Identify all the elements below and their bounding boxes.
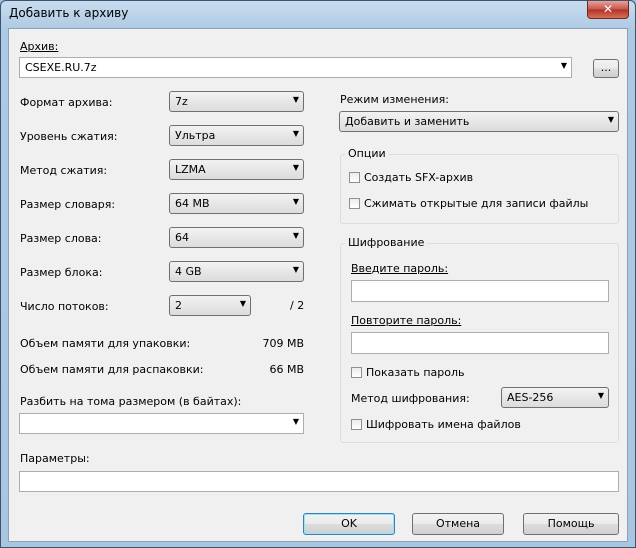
level-value: Ультра xyxy=(175,129,216,142)
repeat-password-input[interactable] xyxy=(351,332,609,354)
archive-label: Архив: xyxy=(20,40,59,53)
encrypt-names-checkbox[interactable]: Шифровать имена файлов xyxy=(351,418,521,431)
split-label: Разбить на тома размером (в байтах): xyxy=(20,395,242,408)
threads-select[interactable]: 2 ▼ xyxy=(169,295,251,316)
checkbox-icon xyxy=(349,198,360,209)
password-input[interactable] xyxy=(351,280,609,302)
checkbox-icon xyxy=(351,419,362,430)
chevron-down-icon: ▼ xyxy=(597,391,604,400)
dialog-client-area: Архив: CSEXE.RU.7z ▼ ... Формат архива: … xyxy=(8,28,628,542)
update-mode-select[interactable]: Добавить и заменить ▼ xyxy=(339,111,619,132)
update-mode-value: Добавить и заменить xyxy=(345,115,470,128)
chevron-down-icon: ▼ xyxy=(292,417,299,426)
method-value: LZMA xyxy=(175,163,206,176)
close-button[interactable]: ✕ xyxy=(587,1,629,19)
chevron-down-icon: ▼ xyxy=(239,299,246,308)
setting-label-format: Формат архива: xyxy=(20,96,113,109)
show-password-label: Показать пароль xyxy=(366,366,465,379)
memory-unpack-label: Объем памяти для распаковки: xyxy=(20,363,204,376)
encryption-method-label: Метод шифрования: xyxy=(351,392,470,405)
params-input[interactable] xyxy=(19,471,619,492)
archive-path-combo[interactable]: CSEXE.RU.7z ▼ xyxy=(19,57,572,78)
block-size-value: 4 GB xyxy=(175,265,202,278)
title-bar[interactable]: Добавить к архиву ✕ xyxy=(1,1,635,27)
memory-pack-value: 709 MB xyxy=(262,337,304,350)
password-label: Введите пароль: xyxy=(351,262,449,275)
params-label: Параметры: xyxy=(20,452,90,465)
dialog-window: Добавить к архиву ✕ Архив: CSEXE.RU.7z ▼… xyxy=(0,0,636,548)
encrypt-names-label: Шифровать имена файлов xyxy=(366,418,521,431)
archive-path-value: CSEXE.RU.7z xyxy=(25,61,97,74)
sfx-label: Создать SFX-архив xyxy=(364,171,474,184)
format-value: 7z xyxy=(175,95,188,108)
word-size-value: 64 xyxy=(175,231,189,244)
setting-label-method: Метод сжатия: xyxy=(20,164,108,177)
show-password-checkbox[interactable]: Показать пароль xyxy=(351,366,465,379)
word-size-select[interactable]: 64 ▼ xyxy=(169,227,304,248)
format-select[interactable]: 7z ▼ xyxy=(169,91,304,112)
chevron-down-icon: ▼ xyxy=(292,95,299,104)
setting-label-dictionary: Размер словаря: xyxy=(20,198,116,211)
chevron-down-icon: ▼ xyxy=(292,163,299,172)
window-title: Добавить к архиву xyxy=(9,6,129,20)
block-size-select[interactable]: 4 GB ▼ xyxy=(169,261,304,282)
method-select[interactable]: LZMA ▼ xyxy=(169,159,304,180)
chevron-down-icon: ▼ xyxy=(292,129,299,138)
threads-max: / 2 xyxy=(290,299,305,312)
compress-shared-checkbox[interactable]: Сжимать открытые для записи файлы xyxy=(349,197,588,210)
options-group: Опции Создать SFX-архив Сжимать открытые… xyxy=(340,147,619,224)
sfx-checkbox[interactable]: Создать SFX-архив xyxy=(349,171,473,184)
chevron-down-icon: ▼ xyxy=(607,115,614,124)
update-mode-label: Режим изменения: xyxy=(340,93,449,106)
ok-button[interactable]: OK xyxy=(303,513,395,535)
setting-label-word: Размер слова: xyxy=(20,232,102,245)
dictionary-value: 64 MB xyxy=(175,197,210,210)
chevron-down-icon: ▼ xyxy=(292,231,299,240)
options-title: Опции xyxy=(345,147,389,160)
chevron-down-icon: ▼ xyxy=(292,265,299,274)
threads-value: 2 xyxy=(175,299,182,312)
compress-shared-label: Сжимать открытые для записи файлы xyxy=(364,197,589,210)
encryption-method-select[interactable]: AES-256 ▼ xyxy=(501,387,609,408)
chevron-down-icon: ▼ xyxy=(560,61,567,70)
cancel-button[interactable]: Отмена xyxy=(412,513,504,535)
repeat-password-label: Повторите пароль: xyxy=(351,314,462,327)
encryption-title: Шифрование xyxy=(345,236,428,249)
dictionary-select[interactable]: 64 MB ▼ xyxy=(169,193,304,214)
setting-label-level: Уровень сжатия: xyxy=(20,130,118,143)
checkbox-icon xyxy=(349,172,360,183)
checkbox-icon xyxy=(351,367,362,378)
memory-pack-label: Объем памяти для упаковки: xyxy=(20,337,191,350)
split-volumes-combo[interactable]: ▼ xyxy=(19,413,304,434)
setting-label-block: Размер блока: xyxy=(20,266,103,279)
close-icon: ✕ xyxy=(602,2,614,16)
encryption-method-value: AES-256 xyxy=(507,391,554,404)
browse-button[interactable]: ... xyxy=(593,59,619,78)
level-select[interactable]: Ультра ▼ xyxy=(169,125,304,146)
chevron-down-icon: ▼ xyxy=(292,197,299,206)
threads-label: Число потоков: xyxy=(20,300,109,313)
memory-unpack-value: 66 MB xyxy=(269,363,304,376)
help-button[interactable]: Помощь xyxy=(523,513,619,535)
encryption-group: Шифрование Введите пароль: Повторите пар… xyxy=(340,236,619,443)
